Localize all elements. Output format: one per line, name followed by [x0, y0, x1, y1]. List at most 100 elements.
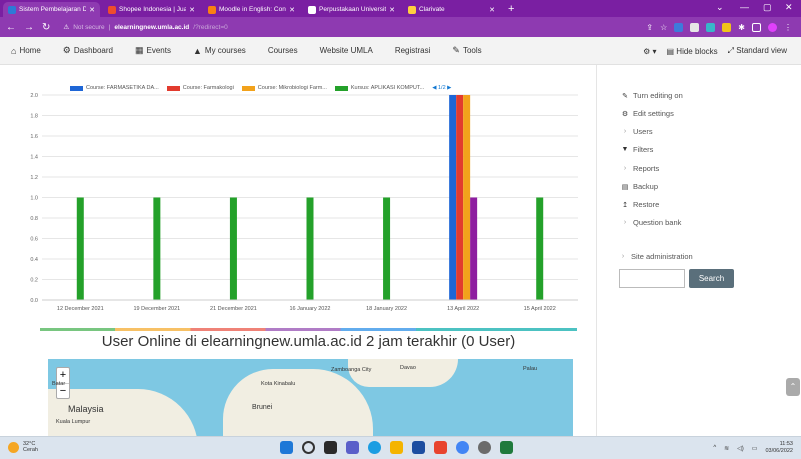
chat-icon[interactable]: [346, 441, 359, 454]
legend-item[interactable]: Course: Mikrobiologi Farm...: [241, 85, 327, 91]
close-tab-icon[interactable]: ✕: [389, 6, 395, 14]
expand-icon: ⤢: [727, 46, 735, 55]
tab-moodle[interactable]: Moodle in English: Convert✕: [203, 2, 300, 17]
address-bar: ← → ↻ ⚠ Not secure | elearningnew.umla.a…: [0, 17, 801, 37]
standard-view-button[interactable]: ⤢ Standard view: [728, 46, 787, 56]
sidebar-item-users[interactable]: › Users: [621, 127, 653, 136]
more-menu-icon[interactable]: ⋮: [784, 23, 792, 32]
file-explorer-icon[interactable]: [390, 441, 403, 454]
y-tick-label: 0.0: [30, 298, 38, 304]
chart-bar: [456, 95, 464, 300]
nav-website-umla[interactable]: Website UMLA: [309, 46, 384, 55]
user-location-map[interactable]: + − Malaysia Brunei Zamboanga City Davao…: [48, 359, 573, 436]
tab-favicon-icon: [308, 5, 316, 14]
map-land: [348, 359, 458, 387]
maximize-icon[interactable]: ▢: [763, 2, 772, 13]
nav-dashboard[interactable]: ⚙ Dashboard: [52, 45, 124, 56]
nav-tools[interactable]: ✎ Tools: [441, 45, 492, 56]
y-tick-label: 0.8: [30, 216, 38, 222]
close-window-icon[interactable]: ✕: [785, 2, 793, 13]
legend-item[interactable]: Course: FARMASETIKA DA...: [70, 85, 159, 91]
edge-icon[interactable]: [368, 441, 381, 454]
extension-icon[interactable]: [674, 22, 684, 32]
chrome-icon[interactable]: [456, 441, 469, 454]
tab-clarivate[interactable]: Clarivate ✕: [403, 2, 500, 17]
map-land: [223, 369, 373, 436]
nav-courses[interactable]: Courses: [257, 46, 309, 55]
office-icon[interactable]: [434, 441, 447, 454]
legend-label: Kursus: APLIKASI KOMPUT...: [350, 85, 425, 91]
back-icon[interactable]: ←: [6, 22, 16, 33]
extension-icon[interactable]: [706, 22, 716, 32]
x-tick-label: 21 December 2021: [210, 306, 257, 312]
legend-item[interactable]: Course: Farmakologi: [166, 85, 234, 91]
battery-icon[interactable]: ▭: [752, 445, 758, 452]
tab-search-chevron-icon[interactable]: ⌄: [716, 2, 724, 13]
admin-sidebar: ✎ Turn editing on ⚙ Edit settings › Users ▼…: [596, 65, 801, 436]
scroll-to-top-button[interactable]: ⌃: [786, 378, 800, 396]
map-label: Palau: [523, 366, 538, 372]
tab-favicon-icon: [8, 5, 16, 14]
chart-bar: [536, 197, 544, 300]
close-tab-icon[interactable]: ✕: [489, 6, 495, 14]
search-icon[interactable]: [302, 441, 315, 454]
map-label: Batar: [52, 381, 66, 387]
admin-search-input[interactable]: [619, 269, 685, 288]
tab-favicon-icon: [108, 5, 116, 14]
nav-right-actions: ⚙ ▾ ▤ Hide blocks ⤢ Standard view: [643, 37, 787, 65]
share-icon[interactable]: ⇪: [646, 23, 653, 32]
sidebar-item-backup[interactable]: ▤ Backup: [621, 182, 658, 191]
start-icon[interactable]: [280, 441, 293, 454]
url-field[interactable]: ⚠ Not secure | elearningnew.umla.ac.id/?…: [58, 19, 639, 35]
nav-events[interactable]: ▦ Events: [124, 45, 182, 56]
sidebar-item-site-administration[interactable]: › Site administration: [619, 252, 693, 261]
reload-icon[interactable]: ↻: [42, 22, 50, 33]
sidebar-item-reports[interactable]: › Reports: [621, 164, 659, 173]
close-tab-icon[interactable]: ✕: [289, 6, 295, 14]
nav-my-courses[interactable]: ▲ My courses: [182, 46, 257, 56]
chart-bar: [383, 197, 391, 300]
sidepanel-icon[interactable]: [751, 22, 761, 32]
close-tab-icon[interactable]: ✕: [189, 6, 195, 14]
forward-icon[interactable]: →: [24, 22, 34, 33]
sidebar-item-edit-settings[interactable]: ⚙ Edit settings: [621, 109, 674, 118]
extensions-area: ⇪ ☆ ✱ ⋮: [646, 22, 792, 32]
sidebar-item-restore[interactable]: ↥ Restore: [621, 200, 659, 209]
weather-widget[interactable]: 32°C Cerah: [8, 441, 38, 453]
profile-avatar[interactable]: [767, 22, 777, 32]
new-tab-icon[interactable]: +: [508, 3, 514, 15]
legend-pager[interactable]: ◀ 1/2 ▶: [432, 85, 451, 91]
extension-icon[interactable]: [690, 22, 700, 32]
wifi-icon[interactable]: ≋: [724, 445, 729, 452]
bookmark-star-icon[interactable]: ☆: [660, 23, 667, 32]
legend-label: Course: FARMASETIKA DA...: [86, 85, 159, 91]
pencil-icon: ✎: [622, 92, 628, 100]
tab-favicon-icon: [208, 5, 216, 14]
sidebar-item-question-bank[interactable]: › Question bank: [621, 218, 682, 227]
tab-shopee[interactable]: Shopee Indonesia | Jual Beli✕: [103, 2, 200, 17]
settings-icon[interactable]: [478, 441, 491, 454]
nav-registrasi[interactable]: Registrasi: [384, 46, 442, 55]
legend-item[interactable]: Kursus: APLIKASI KOMPUT...: [334, 85, 425, 91]
excel-icon[interactable]: [500, 441, 513, 454]
tab-elearning[interactable]: Sistem Pembelajaran Daring✕: [3, 2, 100, 17]
puzzle-icon[interactable]: ✱: [738, 23, 745, 32]
sidebar-item-filters[interactable]: ▼ Filters: [621, 145, 654, 154]
sidebar-item-turn-editing[interactable]: ✎ Turn editing on: [621, 91, 683, 100]
chevron-up-icon[interactable]: ^: [713, 445, 716, 451]
nav-home[interactable]: ⌂ Home: [0, 46, 52, 56]
hide-blocks-button[interactable]: ▤ Hide blocks: [667, 47, 718, 56]
clock[interactable]: 11:53 03/06/2022: [765, 441, 793, 455]
admin-search-button[interactable]: Search: [689, 269, 734, 288]
volume-icon[interactable]: ◁): [737, 445, 744, 452]
settings-gear-icon[interactable]: ⚙ ▾: [643, 47, 656, 56]
store-icon[interactable]: [412, 441, 425, 454]
task-view-icon[interactable]: [324, 441, 337, 454]
y-tick-label: 2.0: [30, 93, 38, 99]
close-tab-icon[interactable]: ✕: [89, 6, 95, 14]
minimize-icon[interactable]: —: [740, 2, 749, 12]
chart-bar: [153, 197, 161, 300]
browser-tab-bar: Sistem Pembelajaran Daring✕ Shopee Indon…: [0, 0, 801, 17]
extension-icon[interactable]: [722, 22, 732, 32]
tab-perpustakaan[interactable]: Perpustakaan Universitas Ah✕: [303, 2, 400, 17]
